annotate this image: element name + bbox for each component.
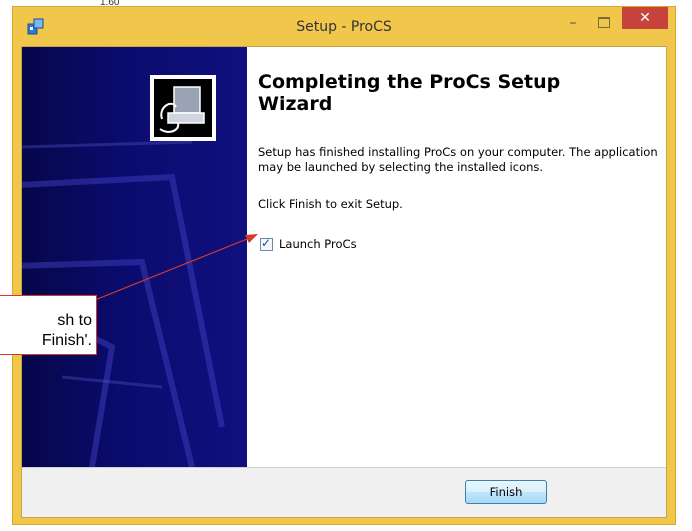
maximize-icon (598, 17, 610, 28)
button-bar: Finish (22, 467, 666, 517)
exit-instruction: Click Finish to exit Setup. (258, 197, 403, 211)
wizard-description: Setup has finished installing ProCs on y… (258, 145, 658, 174)
wizard-content: Completing the ProCs Setup Wizard Setup … (247, 47, 666, 467)
wizard-heading: Completing the ProCs Setup Wizard (258, 71, 561, 115)
annotation-callout: sh to Finish'. (0, 295, 97, 355)
finish-button[interactable]: Finish (465, 480, 547, 504)
computer-install-icon (150, 75, 216, 141)
callout-line-2: Finish'. (41, 332, 92, 349)
minimize-button[interactable]: – (560, 13, 586, 33)
wizard-client-area: Completing the ProCs Setup Wizard Setup … (21, 46, 667, 518)
setup-window: Setup - ProCS – ✕ Completing the ProCs S… (12, 6, 676, 525)
launch-checkbox[interactable]: ✓ (260, 235, 273, 251)
maximize-button[interactable] (591, 13, 617, 33)
title-bar[interactable]: Setup - ProCS – ✕ (13, 7, 675, 46)
close-button[interactable]: ✕ (622, 7, 668, 29)
launch-checkbox-label[interactable]: Launch ProCs (279, 237, 357, 251)
wizard-side-banner (22, 47, 247, 467)
callout-line-1: sh to (57, 312, 92, 329)
launch-option[interactable]: ✓ Launch ProCs (260, 236, 357, 252)
checkmark-icon: ✓ (261, 235, 272, 250)
